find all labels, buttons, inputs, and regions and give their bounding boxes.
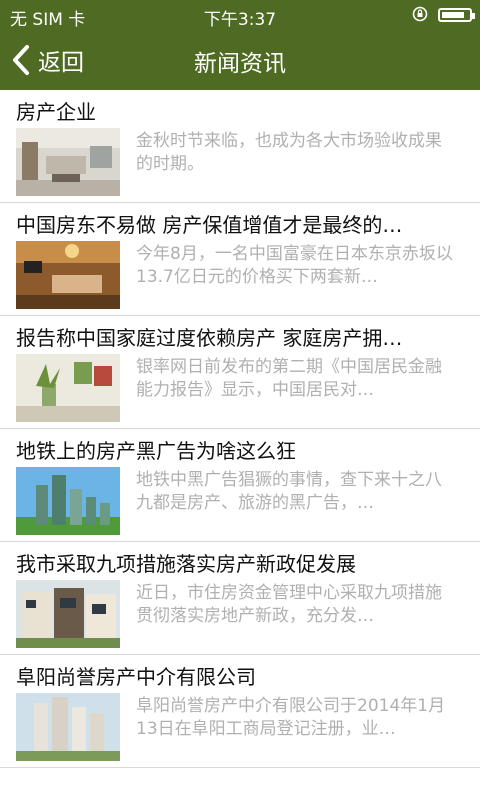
nav-bar: 返回 新闻资讯 bbox=[0, 30, 480, 90]
page-title: 新闻资讯 bbox=[194, 51, 286, 77]
news-item[interactable]: 阜阳尚誉房产中介有限公司 阜阳尚誉房产中介有限公司于2014年1月13日在阜阳工… bbox=[0, 655, 480, 768]
clock: 下午3:37 bbox=[203, 10, 277, 30]
news-item[interactable]: 中国房东不易做 房产保值增值才是最终的… 今年8月，一名中国富豪在日本东京赤坂以… bbox=[0, 203, 480, 316]
apartment-towers-image bbox=[16, 693, 120, 761]
news-summary: 近日，市住房资金管理中心采取九项措施贯彻落实房地产新政，充分发… bbox=[136, 583, 442, 626]
warm-living-room-image bbox=[16, 241, 120, 309]
news-title: 中国房东不易做 房产保值增值才是最终的… bbox=[16, 213, 403, 237]
news-summary: 银率网日前发布的第二期《中国居民金融能力报告》显示，中国居民对… bbox=[136, 357, 442, 400]
news-title: 报告称中国家庭过度依赖房产 家庭房产拥… bbox=[16, 326, 403, 350]
news-item[interactable]: 报告称中国家庭过度依赖房产 家庭房产拥… 银率网日前发布的第二期《中国居民金融能… bbox=[0, 316, 480, 429]
news-title: 地铁上的房产黑广告为啥这么狂 bbox=[16, 439, 296, 463]
news-list: 房产企业 金秋时节来临，也成为各大市场验收成果的时期。 中国房东不易做 房产保值… bbox=[0, 90, 480, 768]
news-summary: 阜阳尚誉房产中介有限公司于2014年1月13日在阜阳工商局登记注册，业… bbox=[136, 696, 446, 739]
skyscrapers-image bbox=[16, 467, 120, 535]
home-decor-image bbox=[16, 354, 120, 422]
news-item[interactable]: 房产企业 金秋时节来临，也成为各大市场验收成果的时期。 bbox=[0, 90, 480, 203]
news-title: 我市采取九项措施落实房产新政促发展 bbox=[16, 552, 356, 576]
living-room-image bbox=[16, 128, 120, 196]
townhouse-image bbox=[16, 580, 120, 648]
news-summary: 金秋时节来临，也成为各大市场验收成果的时期。 bbox=[136, 131, 442, 174]
status-bar: 无 SIM 卡 下午3:37 bbox=[0, 0, 480, 30]
news-item[interactable]: 我市采取九项措施落实房产新政促发展 近日，市住房资金管理中心采取九项措施贯彻落实… bbox=[0, 542, 480, 655]
news-summary: 今年8月，一名中国富豪在日本东京赤坂以13.7亿日元的价格买下两套新… bbox=[136, 244, 453, 287]
news-title: 阜阳尚誉房产中介有限公司 bbox=[16, 665, 256, 689]
news-title: 房产企业 bbox=[16, 100, 96, 124]
battery-icon bbox=[438, 8, 475, 22]
rotation-lock-icon bbox=[412, 6, 428, 22]
news-summary: 地铁中黑广告猖獗的事情，查下来十之八九都是房产、旅游的黑广告，… bbox=[136, 470, 442, 513]
news-item[interactable]: 地铁上的房产黑广告为啥这么狂 地铁中黑广告猖獗的事情，查下来十之八九都是房产、旅… bbox=[0, 429, 480, 542]
